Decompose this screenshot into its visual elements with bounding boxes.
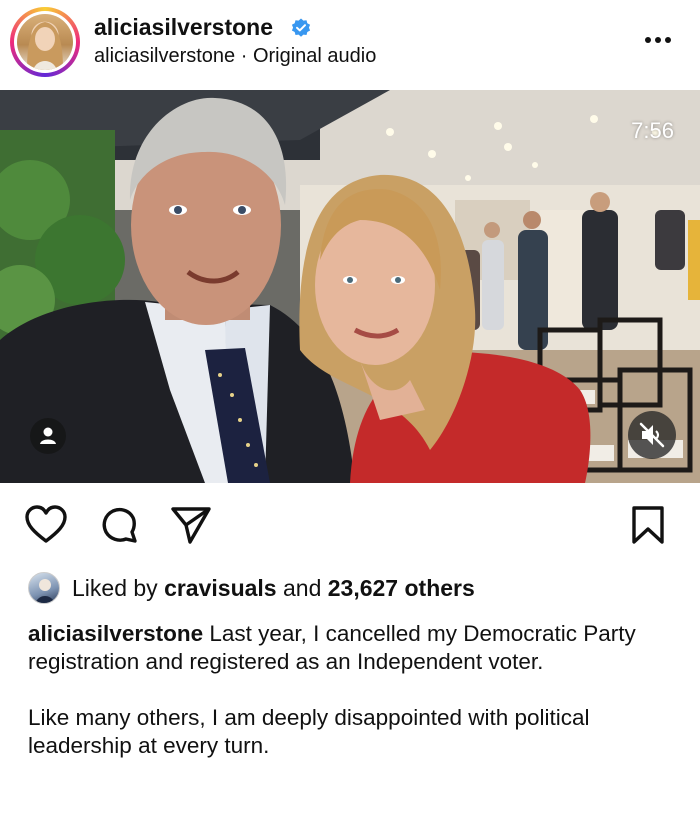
post-header: aliciasilverstone aliciasilverstone · Or… — [0, 0, 700, 90]
avatar[interactable] — [17, 14, 73, 70]
caption-paragraph-1: aliciasilverstone Last year, I cancelled… — [28, 620, 678, 676]
liker-avatar[interactable] — [28, 572, 60, 604]
post-caption: aliciasilverstone Last year, I cancelled… — [28, 620, 678, 760]
liker-username-link[interactable]: cravisuals — [164, 575, 277, 601]
avatar-frame — [14, 11, 76, 73]
verified-badge-icon — [291, 18, 311, 37]
audio-subline[interactable]: aliciasilverstone · Original audio — [94, 45, 376, 68]
video-timestamp: 7:56 — [631, 118, 674, 143]
likes-middle: and — [276, 575, 328, 601]
comment-icon[interactable] — [98, 505, 140, 547]
heart-icon[interactable] — [24, 505, 68, 545]
likes-summary[interactable]: Liked by cravisuals and 23,627 others — [72, 575, 475, 602]
more-options-icon[interactable] — [640, 25, 676, 49]
likes-prefix: Liked by — [72, 575, 165, 601]
caption-username-link[interactable]: aliciasilverstone — [28, 621, 203, 646]
mute-toggle[interactable] — [628, 411, 676, 459]
liker-avatar-image — [35, 579, 55, 603]
send-icon[interactable] — [170, 505, 212, 545]
muted-speaker-icon — [639, 422, 665, 448]
media-image — [0, 90, 700, 483]
person-tag-icon — [30, 418, 66, 454]
caption-paragraph-2: Like many others, I am deeply disappoint… — [28, 705, 590, 758]
avatar-image — [27, 22, 63, 70]
story-ring[interactable] — [10, 7, 80, 77]
likes-count-link[interactable]: 23,627 others — [328, 575, 475, 601]
bookmark-icon[interactable] — [630, 505, 666, 545]
tagged-people-button[interactable] — [30, 418, 66, 454]
post-media[interactable] — [0, 90, 700, 483]
username-link[interactable]: aliciasilverstone — [94, 14, 273, 41]
